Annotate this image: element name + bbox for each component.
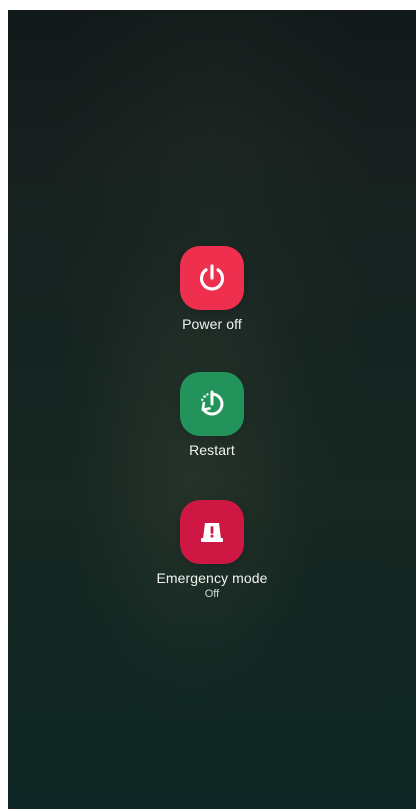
power-options-menu: Power off Restart Emergency mode Off xyxy=(8,10,416,809)
restart-button[interactable]: Restart xyxy=(122,372,302,459)
power-icon xyxy=(199,264,225,291)
emergency-icon xyxy=(201,523,223,542)
power-off-label: Power off xyxy=(182,316,242,332)
emergency-mode-icon-tile[interactable] xyxy=(180,500,244,564)
emergency-mode-status: Off xyxy=(204,588,220,600)
restart-icon xyxy=(201,390,224,416)
screenshot-frame: Power off Restart Emergency mode Off xyxy=(0,0,416,809)
emergency-mode-button[interactable]: Emergency mode Off xyxy=(122,500,302,601)
power-off-icon-tile[interactable] xyxy=(180,246,244,310)
emergency-mode-label: Emergency mode xyxy=(156,570,268,586)
power-off-button[interactable]: Power off xyxy=(122,246,302,333)
restart-icon-tile[interactable] xyxy=(180,372,244,436)
restart-label: Restart xyxy=(189,442,235,458)
power-menu-screen: Power off Restart Emergency mode Off xyxy=(8,10,416,809)
